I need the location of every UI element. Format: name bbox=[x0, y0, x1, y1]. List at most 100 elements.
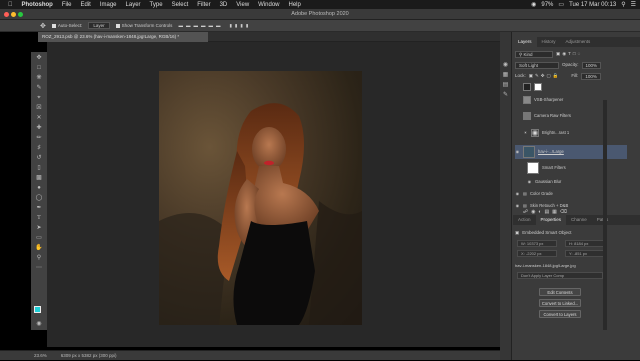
menu-file[interactable]: File bbox=[62, 2, 72, 8]
zoom-window-button[interactable] bbox=[18, 12, 23, 17]
blend-mode-select[interactable]: Soft Light bbox=[515, 61, 559, 69]
tab-actions[interactable]: Action bbox=[513, 215, 536, 225]
layer-row-brightness-contrast[interactable]: ☀ Brightn...rast 1 bbox=[523, 128, 635, 138]
battery-icon[interactable]: ▭ bbox=[558, 1, 564, 8]
layer-mask-thumbnail[interactable] bbox=[534, 83, 542, 91]
visibility-eye-icon[interactable]: ◉ bbox=[515, 189, 520, 199]
edit-contents-button[interactable]: Edit Contents bbox=[539, 288, 581, 296]
more-tools-icon[interactable]: ⋯ bbox=[34, 263, 44, 272]
menu-type[interactable]: Type bbox=[150, 2, 163, 8]
properties-title: ▣ Embedded Smart Object bbox=[515, 230, 572, 235]
hand-tool-icon[interactable]: ✋ bbox=[34, 243, 44, 252]
status-bar: 23.6% 6309 px x 5382 px (300 ppi) bbox=[0, 350, 500, 360]
visibility-eye-icon[interactable]: ◉ bbox=[515, 201, 520, 211]
align-icons[interactable]: ▬▬▬▬▬▬ bbox=[178, 23, 223, 28]
menu-layer[interactable]: Layer bbox=[126, 2, 141, 8]
move-tool-icon[interactable]: ✥ bbox=[40, 22, 46, 30]
layers-scrollbar[interactable] bbox=[603, 100, 607, 330]
layer-row-gaussian-blur[interactable]: ◉ Gaussian Blur bbox=[527, 177, 639, 187]
layer-row-smart-filters[interactable]: Smart Filters bbox=[527, 162, 639, 174]
blend-opacity-row: Soft Light Opacity: 100% bbox=[515, 61, 625, 69]
search-icon[interactable]: ⚲ bbox=[621, 1, 625, 8]
zoom-tool-icon[interactable]: ⚲ bbox=[34, 253, 44, 262]
menu-3d[interactable]: 3D bbox=[220, 2, 228, 8]
eraser-tool-icon[interactable]: ▯ bbox=[34, 163, 44, 172]
visibility-eye-icon[interactable]: ◉ bbox=[515, 145, 520, 159]
clock[interactable]: Tue 17 Mar 00:13 bbox=[569, 2, 616, 8]
swatches-panel-icon[interactable]: ▦ bbox=[501, 70, 511, 79]
y-field[interactable]: Y: -851 px bbox=[565, 250, 605, 257]
convert-to-linked-button[interactable]: Convert to Linked... bbox=[539, 299, 581, 307]
blur-tool-icon[interactable]: ● bbox=[34, 183, 44, 192]
tab-properties[interactable]: Properties bbox=[535, 215, 567, 225]
lasso-tool-icon[interactable]: ❋ bbox=[34, 73, 44, 82]
smart-object-icon: ▣ bbox=[515, 230, 520, 235]
fill-input[interactable]: 100% bbox=[581, 72, 601, 80]
show-transform-checkbox[interactable]: Show Transform Controls bbox=[115, 23, 172, 28]
clone-stamp-tool-icon[interactable]: ♯ bbox=[34, 143, 44, 152]
menu-help[interactable]: Help bbox=[289, 2, 301, 8]
portrait-photo bbox=[159, 103, 362, 325]
pen-tool-icon[interactable]: ✒ bbox=[34, 203, 44, 212]
tab-layers[interactable]: Layers bbox=[513, 37, 537, 47]
eyedropper-tool-icon[interactable]: ✕ bbox=[34, 113, 44, 122]
layer-row-smart-object[interactable]: ◉ hav-i-...!Large bbox=[515, 145, 627, 159]
layer-comp-select[interactable]: Don't Apply Layer Comp bbox=[517, 272, 603, 279]
menu-filter[interactable]: Filter bbox=[197, 2, 210, 8]
path-select-tool-icon[interactable]: ➤ bbox=[34, 223, 44, 232]
tab-channels[interactable]: Channe bbox=[566, 215, 592, 225]
foreground-color-swatch[interactable] bbox=[34, 306, 41, 313]
width-field[interactable]: W: 10373 px bbox=[517, 240, 557, 247]
lock-fill-row: Lock: ▣✎✥▢🔒 Fill: 100% bbox=[515, 72, 625, 80]
menu-window[interactable]: Window bbox=[258, 2, 279, 8]
apple-icon[interactable]:  bbox=[8, 2, 13, 8]
document-image[interactable] bbox=[159, 71, 362, 325]
history-brush-tool-icon[interactable]: ↺ bbox=[34, 153, 44, 162]
gradient-tool-icon[interactable]: ▩ bbox=[34, 173, 44, 182]
color-panel-icon[interactable]: ◉ bbox=[501, 60, 511, 69]
libraries-panel-icon[interactable]: ▤ bbox=[501, 80, 511, 89]
quick-mask-icon[interactable]: ◉ bbox=[34, 319, 44, 328]
properties-panel-tabs: Action Properties Channe Paths bbox=[513, 215, 640, 225]
brush-tool-icon[interactable]: ✏ bbox=[34, 133, 44, 142]
layer-row-vsb-sharpener[interactable]: VSB-Sharpener bbox=[515, 95, 627, 105]
layer-row-camera-raw-filters[interactable]: Camera Raw Filters bbox=[515, 111, 627, 121]
zoom-level[interactable]: 23.6% bbox=[34, 351, 47, 360]
x-field[interactable]: X: -2202 px bbox=[517, 250, 557, 257]
menu-edit[interactable]: Edit bbox=[81, 2, 91, 8]
menu-photoshop[interactable]: Photoshop bbox=[22, 2, 53, 8]
auto-select-target[interactable]: Layer bbox=[88, 22, 110, 29]
menu-view[interactable]: View bbox=[236, 2, 249, 8]
lock-label: Lock: bbox=[515, 73, 526, 78]
type-tool-icon[interactable]: T bbox=[34, 213, 44, 222]
convert-to-layers-button[interactable]: Convert to Layers bbox=[539, 310, 581, 318]
opacity-input[interactable]: 100% bbox=[581, 61, 602, 69]
quick-select-tool-icon[interactable]: ✎ bbox=[34, 83, 44, 92]
document-tab[interactable]: ROZ_2913.psb @ 23.6% (hav-i-mansken-1848… bbox=[38, 32, 208, 42]
wifi-icon[interactable]: ◉ bbox=[531, 1, 536, 8]
healing-brush-tool-icon[interactable]: ✚ bbox=[34, 123, 44, 132]
distribute-icons[interactable]: ▮▮▮▮ bbox=[229, 23, 251, 29]
auto-select-checkbox[interactable]: Auto-Select: bbox=[51, 23, 82, 28]
marquee-tool-icon[interactable]: □ bbox=[34, 63, 44, 72]
frame-tool-icon[interactable]: ☒ bbox=[34, 103, 44, 112]
crop-tool-icon[interactable]: ⌖ bbox=[34, 93, 44, 102]
menu-select[interactable]: Select bbox=[172, 2, 189, 8]
kind-filter[interactable]: ⚲ Kind bbox=[515, 50, 553, 58]
brushes-panel-icon[interactable]: ✎ bbox=[501, 90, 511, 99]
lock-icons[interactable]: ▣✎✥▢🔒 bbox=[529, 72, 561, 80]
layer-row-color-grade[interactable]: ◉ ▤ Color Grade bbox=[515, 189, 627, 199]
filter-icons[interactable]: ▣◉T□◌ bbox=[556, 50, 582, 58]
tab-history[interactable]: History bbox=[537, 37, 561, 47]
tab-adjustments[interactable]: Adjustments bbox=[561, 37, 596, 47]
control-center-icon[interactable]: ☰ bbox=[631, 1, 636, 8]
close-window-button[interactable] bbox=[4, 12, 9, 17]
menu-image[interactable]: Image bbox=[100, 2, 117, 8]
filter-visibility-eye-icon[interactable]: ◉ bbox=[527, 177, 532, 187]
dodge-tool-icon[interactable]: ◯ bbox=[34, 193, 44, 202]
height-field[interactable]: H: 8184 px bbox=[565, 240, 605, 247]
shape-tool-icon[interactable]: ▭ bbox=[34, 233, 44, 242]
minimize-window-button[interactable] bbox=[11, 12, 16, 17]
layer-row-mask[interactable] bbox=[515, 82, 627, 92]
move-tool-icon[interactable]: ✥ bbox=[34, 53, 44, 62]
